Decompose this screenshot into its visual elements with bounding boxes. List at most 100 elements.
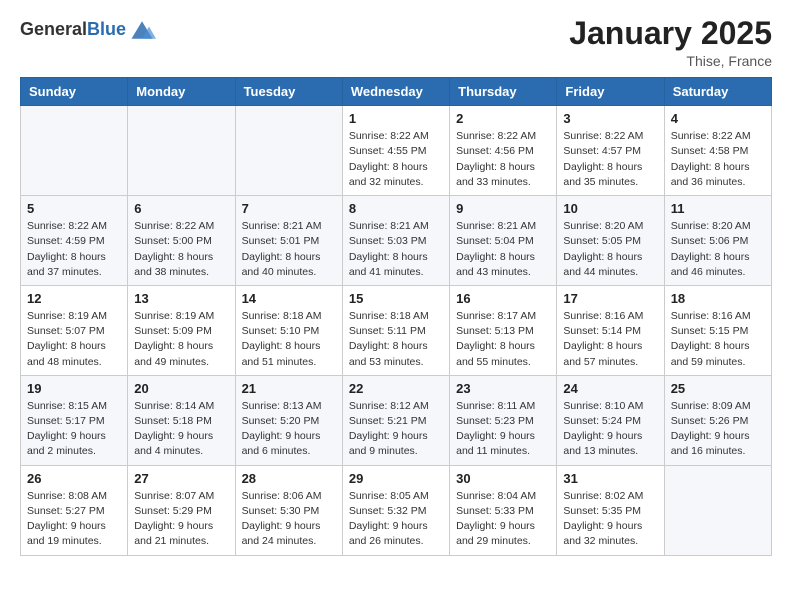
calendar-cell: 23 Sunrise: 8:11 AM Sunset: 5:23 PM Dayli… [450,375,557,465]
day-number: 25 [671,381,765,396]
day-number: 27 [134,471,228,486]
day-info: Sunrise: 8:21 AM Sunset: 5:01 PM Dayligh… [242,219,336,280]
calendar-week-row: 5 Sunrise: 8:22 AM Sunset: 4:59 PM Daylig… [21,196,772,286]
day-number: 11 [671,201,765,216]
day-info: Sunrise: 8:20 AM Sunset: 5:06 PM Dayligh… [671,219,765,280]
day-number: 24 [563,381,657,396]
day-number: 1 [349,111,443,126]
calendar-cell: 20 Sunrise: 8:14 AM Sunset: 5:18 PM Dayli… [128,375,235,465]
day-number: 8 [349,201,443,216]
calendar-cell: 17 Sunrise: 8:16 AM Sunset: 5:14 PM Dayli… [557,285,664,375]
calendar-cell: 27 Sunrise: 8:07 AM Sunset: 5:29 PM Dayli… [128,465,235,555]
day-number: 28 [242,471,336,486]
day-info: Sunrise: 8:22 AM Sunset: 4:55 PM Dayligh… [349,129,443,190]
day-info: Sunrise: 8:19 AM Sunset: 5:07 PM Dayligh… [27,309,121,370]
calendar-cell: 26 Sunrise: 8:08 AM Sunset: 5:27 PM Dayli… [21,465,128,555]
calendar-cell: 3 Sunrise: 8:22 AM Sunset: 4:57 PM Daylig… [557,106,664,196]
logo-blue: Blue [87,19,126,39]
day-number: 5 [27,201,121,216]
calendar-cell: 22 Sunrise: 8:12 AM Sunset: 5:21 PM Dayli… [342,375,449,465]
calendar-cell: 15 Sunrise: 8:18 AM Sunset: 5:11 PM Dayli… [342,285,449,375]
calendar-cell [21,106,128,196]
calendar-table: SundayMondayTuesdayWednesdayThursdayFrid… [20,77,772,555]
day-number: 3 [563,111,657,126]
day-number: 13 [134,291,228,306]
calendar-cell: 11 Sunrise: 8:20 AM Sunset: 5:06 PM Dayli… [664,196,771,286]
weekday-header: Wednesday [342,78,449,106]
calendar-cell: 30 Sunrise: 8:04 AM Sunset: 5:33 PM Dayli… [450,465,557,555]
day-number: 6 [134,201,228,216]
calendar-cell: 25 Sunrise: 8:09 AM Sunset: 5:26 PM Dayli… [664,375,771,465]
day-number: 22 [349,381,443,396]
calendar-cell: 9 Sunrise: 8:21 AM Sunset: 5:04 PM Daylig… [450,196,557,286]
day-number: 29 [349,471,443,486]
day-number: 9 [456,201,550,216]
day-number: 12 [27,291,121,306]
calendar-cell: 5 Sunrise: 8:22 AM Sunset: 4:59 PM Daylig… [21,196,128,286]
calendar-cell: 21 Sunrise: 8:13 AM Sunset: 5:20 PM Dayli… [235,375,342,465]
day-info: Sunrise: 8:04 AM Sunset: 5:33 PM Dayligh… [456,489,550,550]
calendar-cell: 12 Sunrise: 8:19 AM Sunset: 5:07 PM Dayli… [21,285,128,375]
day-info: Sunrise: 8:22 AM Sunset: 4:59 PM Dayligh… [27,219,121,280]
calendar-cell: 13 Sunrise: 8:19 AM Sunset: 5:09 PM Dayli… [128,285,235,375]
day-info: Sunrise: 8:21 AM Sunset: 5:04 PM Dayligh… [456,219,550,280]
weekday-header: Tuesday [235,78,342,106]
calendar-week-row: 26 Sunrise: 8:08 AM Sunset: 5:27 PM Dayli… [21,465,772,555]
day-info: Sunrise: 8:13 AM Sunset: 5:20 PM Dayligh… [242,399,336,460]
calendar-week-row: 12 Sunrise: 8:19 AM Sunset: 5:07 PM Dayli… [21,285,772,375]
calendar-week-row: 19Sunrise: 8:15 AM Sunset: 5:17 PM Dayli… [21,375,772,465]
day-info: Sunrise: 8:19 AM Sunset: 5:09 PM Dayligh… [134,309,228,370]
day-info: Sunrise: 8:02 AM Sunset: 5:35 PM Dayligh… [563,489,657,550]
day-number: 15 [349,291,443,306]
day-info: Sunrise: 8:09 AM Sunset: 5:26 PM Dayligh… [671,399,765,460]
day-info: Sunrise: 8:07 AM Sunset: 5:29 PM Dayligh… [134,489,228,550]
calendar-cell: 1 Sunrise: 8:22 AM Sunset: 4:55 PM Daylig… [342,106,449,196]
day-number: 21 [242,381,336,396]
day-number: 7 [242,201,336,216]
page: GeneralBlue January 2025 Thise, France S… [0,0,792,576]
calendar-cell: 29 Sunrise: 8:05 AM Sunset: 5:32 PM Dayli… [342,465,449,555]
logo: GeneralBlue [20,16,156,44]
day-info: Sunrise: 8:20 AM Sunset: 5:05 PM Dayligh… [563,219,657,280]
location: Thise, France [569,53,772,69]
day-number: 20 [134,381,228,396]
calendar-cell: 6 Sunrise: 8:22 AM Sunset: 5:00 PM Daylig… [128,196,235,286]
day-info: Sunrise: 8:22 AM Sunset: 5:00 PM Dayligh… [134,219,228,280]
weekday-header: Monday [128,78,235,106]
calendar-cell [128,106,235,196]
day-number: 31 [563,471,657,486]
weekday-header: Friday [557,78,664,106]
day-number: 4 [671,111,765,126]
day-info: Sunrise: 8:18 AM Sunset: 5:10 PM Dayligh… [242,309,336,370]
day-number: 30 [456,471,550,486]
calendar-week-row: 1 Sunrise: 8:22 AM Sunset: 4:55 PM Daylig… [21,106,772,196]
day-number: 17 [563,291,657,306]
day-info: Sunrise: 8:14 AM Sunset: 5:18 PM Dayligh… [134,399,228,460]
day-info: Sunrise: 8:17 AM Sunset: 5:13 PM Dayligh… [456,309,550,370]
day-number: 26 [27,471,121,486]
day-number: 18 [671,291,765,306]
day-info: Sunrise: 8:22 AM Sunset: 4:57 PM Dayligh… [563,129,657,190]
weekday-header: Sunday [21,78,128,106]
calendar-cell: 18Sunrise: 8:16 AM Sunset: 5:15 PM Dayli… [664,285,771,375]
calendar-cell: 31 Sunrise: 8:02 AM Sunset: 5:35 PM Dayli… [557,465,664,555]
day-info: Sunrise: 8:10 AM Sunset: 5:24 PM Dayligh… [563,399,657,460]
day-number: 19 [27,381,121,396]
day-info: Sunrise: 8:11 AM Sunset: 5:23 PM Dayligh… [456,399,550,460]
day-info: Sunrise: 8:22 AM Sunset: 4:56 PM Dayligh… [456,129,550,190]
day-info: Sunrise: 8:22 AM Sunset: 4:58 PM Dayligh… [671,129,765,190]
day-info: Sunrise: 8:18 AM Sunset: 5:11 PM Dayligh… [349,309,443,370]
calendar-cell: 4 Sunrise: 8:22 AM Sunset: 4:58 PM Daylig… [664,106,771,196]
month-title: January 2025 [569,16,772,51]
calendar-cell: 24 Sunrise: 8:10 AM Sunset: 5:24 PM Dayli… [557,375,664,465]
day-info: Sunrise: 8:16 AM Sunset: 5:14 PM Dayligh… [563,309,657,370]
day-info: Sunrise: 8:12 AM Sunset: 5:21 PM Dayligh… [349,399,443,460]
calendar-cell: 14Sunrise: 8:18 AM Sunset: 5:10 PM Dayli… [235,285,342,375]
day-info: Sunrise: 8:05 AM Sunset: 5:32 PM Dayligh… [349,489,443,550]
day-number: 23 [456,381,550,396]
calendar-cell: 19Sunrise: 8:15 AM Sunset: 5:17 PM Dayli… [21,375,128,465]
logo-icon [128,16,156,44]
title-block: January 2025 Thise, France [569,16,772,69]
day-info: Sunrise: 8:08 AM Sunset: 5:27 PM Dayligh… [27,489,121,550]
calendar-header-row: SundayMondayTuesdayWednesdayThursdayFrid… [21,78,772,106]
